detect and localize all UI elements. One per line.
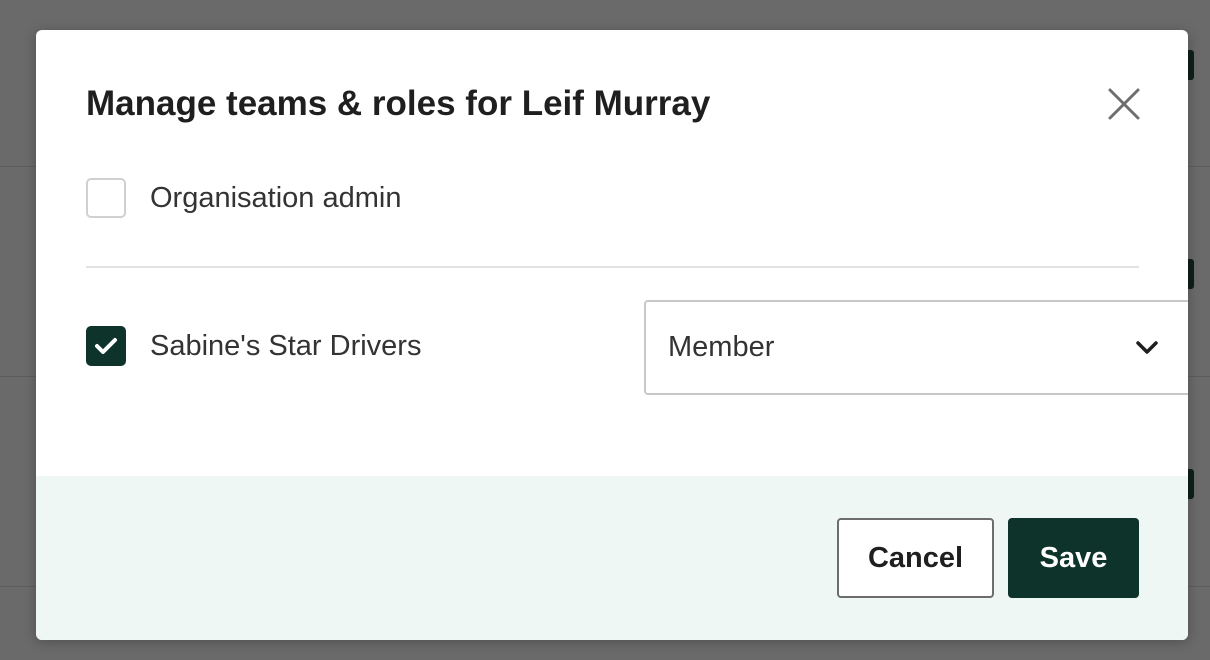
manage-teams-dialog: Manage teams & roles for Leif Murray Org… <box>36 30 1188 640</box>
close-button[interactable] <box>1102 82 1146 126</box>
team-label: Sabine's Star Drivers <box>150 329 422 362</box>
org-admin-row[interactable]: Organisation admin <box>86 178 401 218</box>
org-admin-label: Organisation admin <box>150 181 402 214</box>
chevron-down-icon <box>1136 340 1158 354</box>
role-select-value: Member <box>668 331 775 363</box>
section-divider <box>86 266 1139 268</box>
save-button[interactable]: Save <box>1008 518 1139 598</box>
checkmark-icon <box>95 338 117 354</box>
close-icon <box>1108 88 1140 120</box>
org-admin-checkbox[interactable] <box>86 178 126 218</box>
dialog-footer: Cancel Save <box>36 476 1188 640</box>
cancel-button[interactable]: Cancel <box>837 518 994 598</box>
team-row[interactable]: Sabine's Star Drivers <box>86 326 421 366</box>
dialog-title: Manage teams & roles for Leif Murray <box>86 84 711 123</box>
team-role-select[interactable]: Member <box>644 300 1188 395</box>
team-checkbox[interactable] <box>86 326 126 366</box>
